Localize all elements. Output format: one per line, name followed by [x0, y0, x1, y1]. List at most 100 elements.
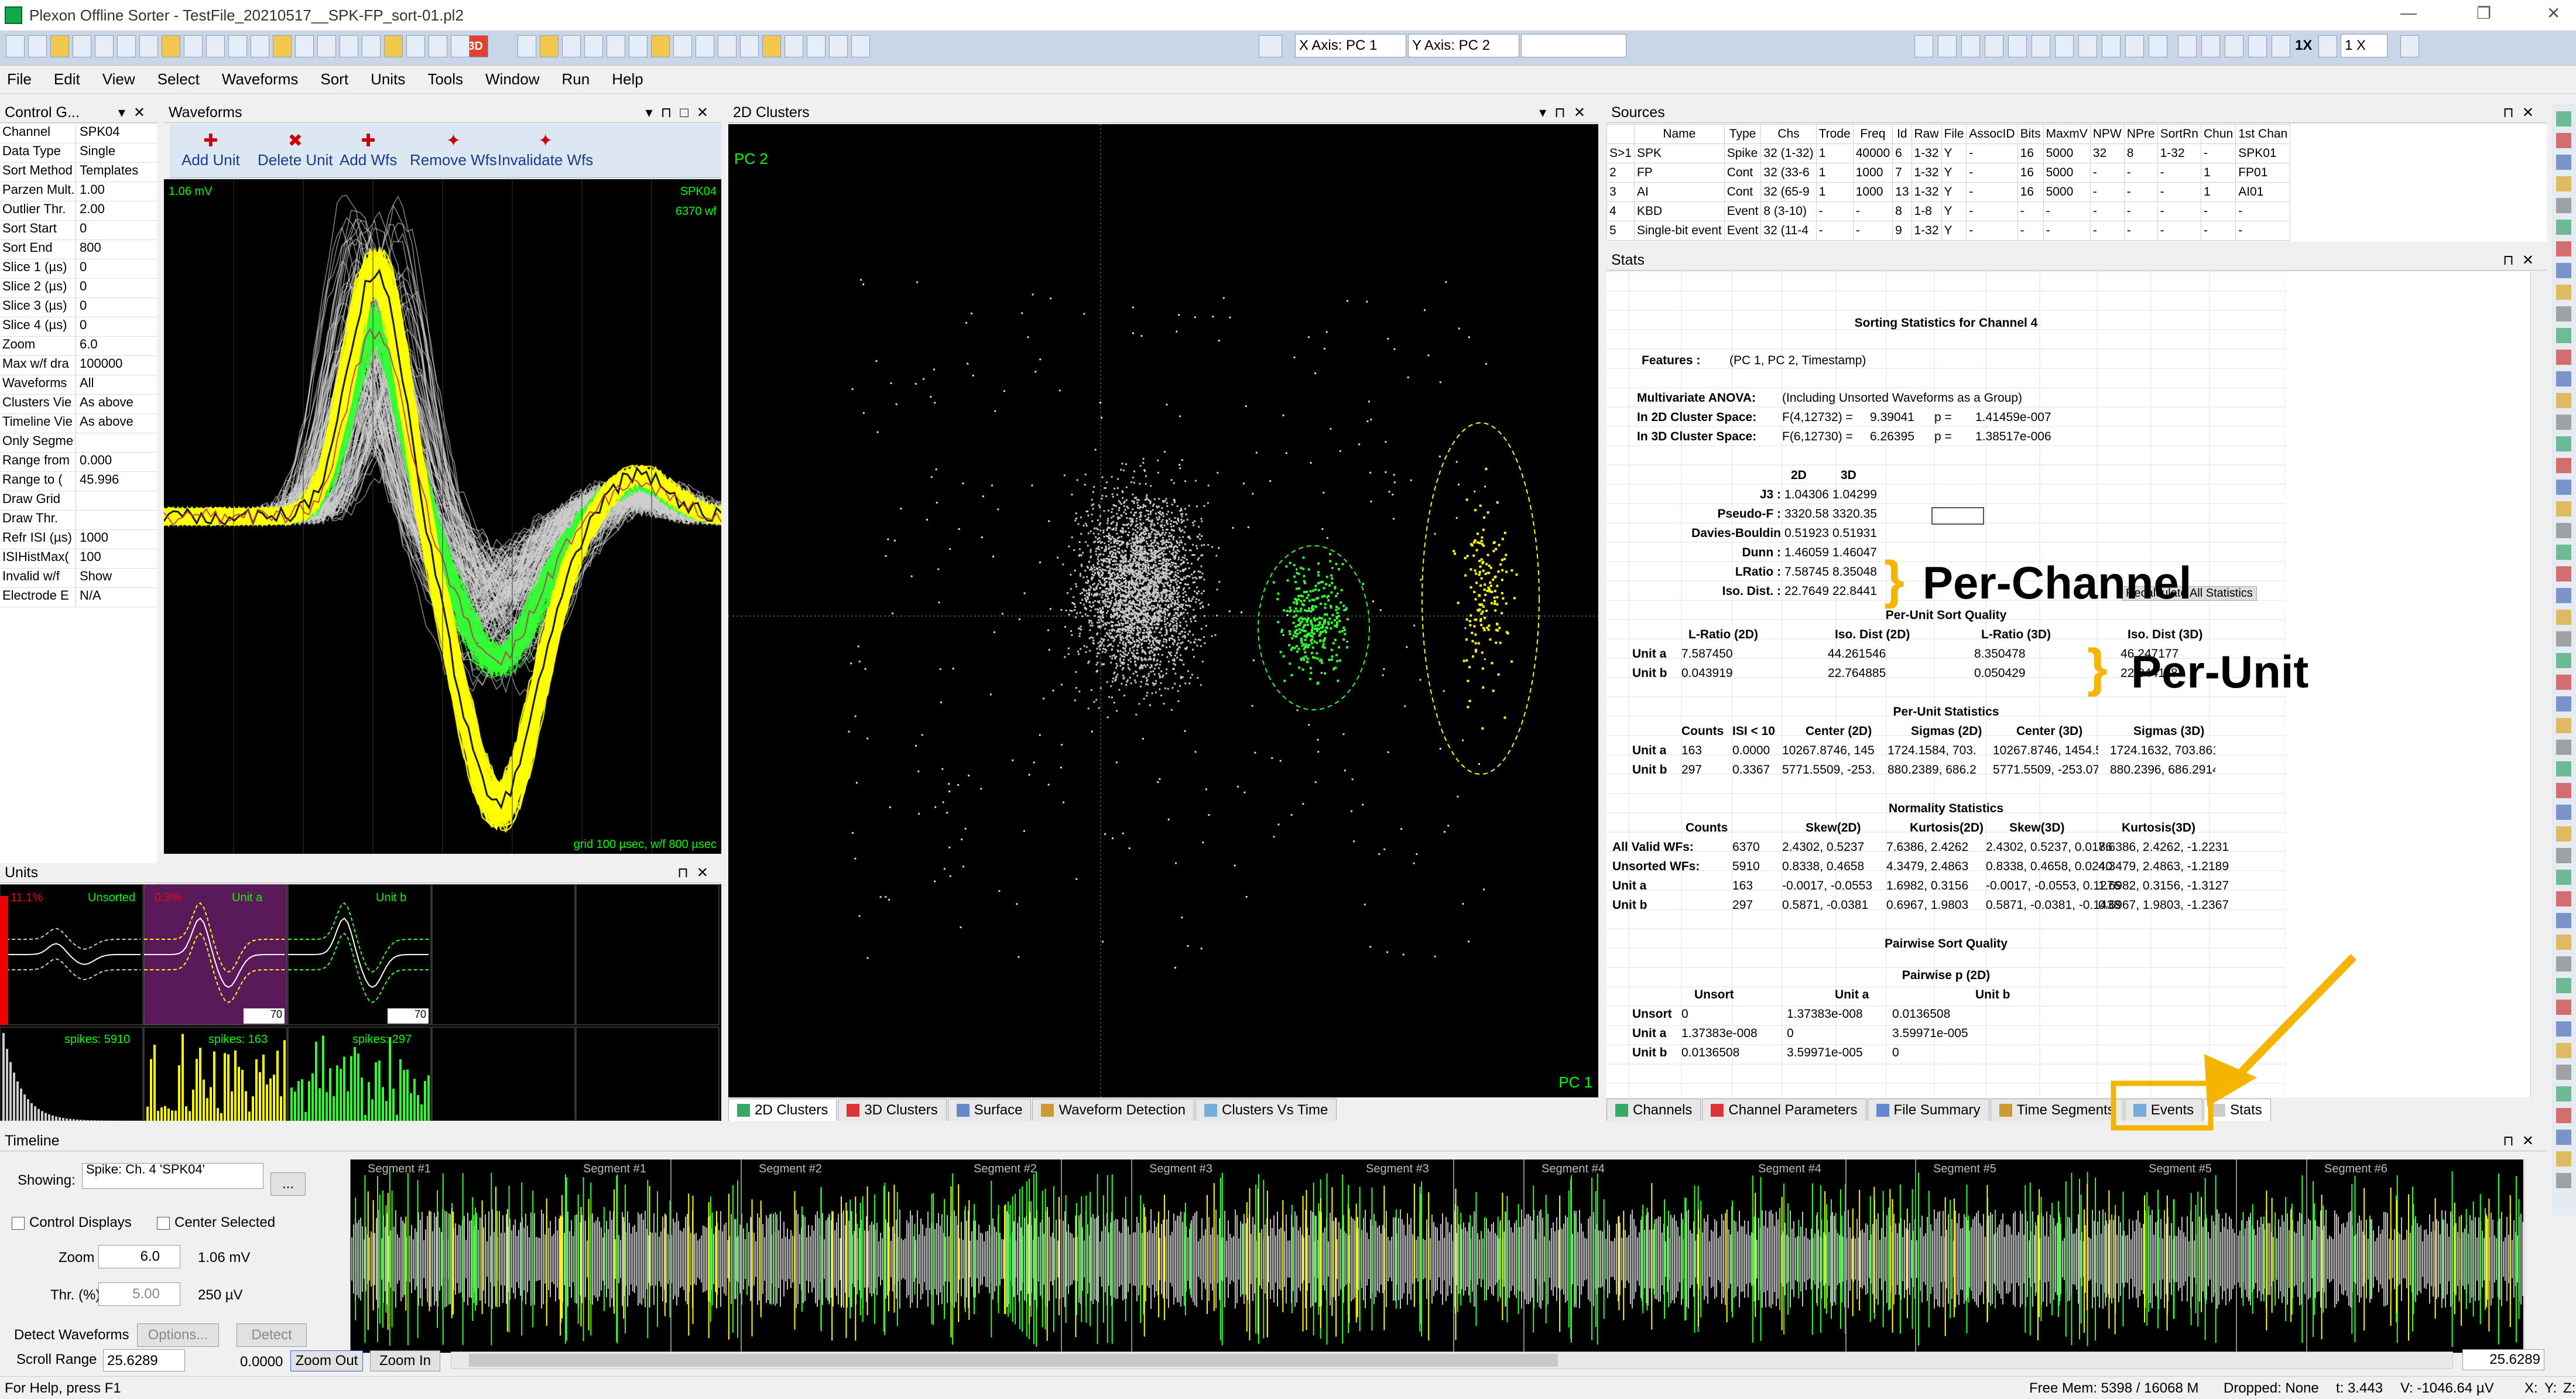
side-tool-icon[interactable] [2556, 133, 2571, 148]
control-value[interactable]: As above [76, 395, 157, 413]
side-tool-icon[interactable] [2556, 241, 2571, 256]
playback-button[interactable] [2400, 35, 2419, 57]
side-tool-icon[interactable] [2556, 1021, 2571, 1037]
toolbar-button[interactable] [228, 35, 247, 57]
menu-tools[interactable]: Tools [427, 70, 463, 88]
side-tool-icon[interactable] [2556, 501, 2571, 516]
control-value[interactable]: All [76, 375, 157, 394]
control-row[interactable]: Outlier Thr. 2.00 [0, 201, 157, 221]
sources-row[interactable]: 4 KBD Event 8 (3-10) - -8 1-8 Y - - - - - - - - [1606, 201, 2291, 221]
control-value[interactable]: 45.996 [76, 472, 157, 491]
toolbar-button[interactable] [518, 35, 536, 57]
scroll-range-input[interactable]: 25.6289 [103, 1349, 185, 1371]
control-value[interactable]: 100000 [76, 356, 157, 375]
toolbar-button[interactable] [829, 35, 848, 57]
speed-select[interactable]: 1 X [2341, 34, 2387, 57]
menu-window[interactable]: Window [485, 70, 539, 88]
toolbar-button[interactable] [851, 35, 870, 57]
z-axis-select[interactable] [1521, 34, 1626, 57]
menu-run[interactable]: Run [562, 70, 590, 88]
tab-3d-clusters[interactable]: 3D Clusters [838, 1099, 947, 1121]
menu-view[interactable]: View [102, 70, 135, 88]
playback-button[interactable] [2149, 35, 2167, 57]
side-tool-icon[interactable] [2556, 1000, 2571, 1015]
unit-threshold-input[interactable]: 70 [244, 1008, 285, 1024]
control-value[interactable]: 0 [76, 259, 157, 278]
sources-col-header[interactable]: Name [1633, 124, 1725, 144]
playback-button[interactable] [2272, 35, 2290, 57]
control-value[interactable] [76, 433, 157, 452]
menu-sort[interactable]: Sort [320, 70, 348, 88]
toolbar-button[interactable] [162, 35, 180, 57]
control-value[interactable]: 1.00 [76, 182, 157, 201]
side-tool-icon[interactable] [2556, 978, 2571, 993]
toolbar-button[interactable] [206, 35, 225, 57]
control-row[interactable]: Range to (45.996 [0, 472, 157, 491]
side-tool-icon[interactable] [2556, 220, 2571, 235]
control-value[interactable]: As above [76, 414, 157, 433]
side-tool-icon[interactable] [2556, 480, 2571, 495]
side-tool-icon[interactable] [2556, 545, 2571, 560]
menu-select[interactable]: Select [157, 70, 200, 88]
add-wfs-button[interactable]: ✚ Add Wfs [340, 132, 397, 169]
options-button[interactable]: Options... [137, 1323, 219, 1347]
side-tool-icon[interactable] [2556, 913, 2571, 928]
control-value[interactable]: N/A [76, 588, 157, 607]
control-row[interactable]: Zoom 6.0 [0, 337, 157, 356]
control-value[interactable]: 100 [76, 549, 157, 568]
x-axis-select[interactable]: X Axis: PC 1 [1295, 34, 1406, 57]
sources-col-header[interactable]: Type [1724, 124, 1762, 144]
control-value[interactable]: 0 [76, 279, 157, 297]
sources-col-header[interactable]: 1st Chan [2235, 124, 2291, 144]
control-row[interactable]: Parzen Mult. 1.00 [0, 182, 157, 201]
sources-col-header[interactable]: Trode [1815, 124, 1854, 144]
playback-button[interactable] [2008, 35, 2027, 57]
sources-col-header[interactable]: File [1941, 124, 1967, 144]
tab-channels[interactable]: Channels [1606, 1099, 1701, 1121]
maximize-icon[interactable]: ❐ [2476, 4, 2491, 23]
delete-unit-button[interactable]: ✖ Delete Unit [258, 132, 333, 169]
toolbar-button[interactable] [273, 35, 292, 57]
toolbar-button[interactable] [6, 35, 25, 57]
playback-button[interactable] [2032, 35, 2050, 57]
sources-col-header[interactable]: Id [1892, 124, 1912, 144]
toolbar-button[interactable] [584, 35, 603, 57]
side-tool-icon[interactable] [2556, 198, 2571, 213]
control-displays-checkbox[interactable]: Control Displays [12, 1215, 132, 1231]
playback-button[interactable] [1985, 35, 2003, 57]
center-selected-check-icon[interactable] [157, 1216, 170, 1230]
minimize-icon[interactable]: — [2400, 4, 2417, 22]
toolbar-button[interactable] [607, 35, 625, 57]
playback-button[interactable] [2102, 35, 2121, 57]
side-tool-icon[interactable] [2556, 458, 2571, 473]
side-tool-icon[interactable] [2556, 285, 2571, 300]
control-row[interactable]: Slice 3 (µs) 0 [0, 298, 157, 317]
control-row[interactable]: Slice 2 (µs) 0 [0, 279, 157, 298]
stats-scrollbar[interactable] [2530, 272, 2547, 1097]
unit-a-ellipse[interactable] [1421, 422, 1540, 775]
control-row[interactable]: Timeline Vie As above [0, 414, 157, 433]
toolbar-button[interactable] [340, 35, 358, 57]
sources-col-header[interactable]: NPW [2089, 124, 2125, 144]
thr-input[interactable]: 5.00 [98, 1282, 180, 1306]
side-tool-icon[interactable] [2556, 588, 2571, 603]
sources-col-header[interactable]: AssocID [1966, 124, 2018, 144]
toolbar-button[interactable] [50, 35, 69, 57]
control-value[interactable] [76, 491, 157, 510]
detect-button[interactable]: Detect [237, 1323, 307, 1347]
side-tool-icon[interactable] [2556, 176, 2571, 191]
side-tool-icon[interactable] [2556, 891, 2571, 907]
zoom-input[interactable]: 6.0 [98, 1245, 180, 1268]
control-row[interactable]: Draw Grid [0, 491, 157, 511]
toolbar-button[interactable] [673, 35, 692, 57]
control-row[interactable]: Draw Thr. [0, 511, 157, 530]
toolbar-button[interactable] [28, 35, 47, 57]
pca-button[interactable] [1259, 35, 1282, 57]
control-value[interactable]: 2.00 [76, 201, 157, 220]
playback-button[interactable] [2318, 35, 2337, 57]
control-value[interactable]: 800 [76, 240, 157, 259]
toolbar-button[interactable] [251, 35, 269, 57]
center-selected-checkbox[interactable]: Center Selected [157, 1215, 275, 1231]
toolbar-button[interactable] [540, 35, 559, 57]
side-tool-icon[interactable] [2556, 1130, 2571, 1145]
